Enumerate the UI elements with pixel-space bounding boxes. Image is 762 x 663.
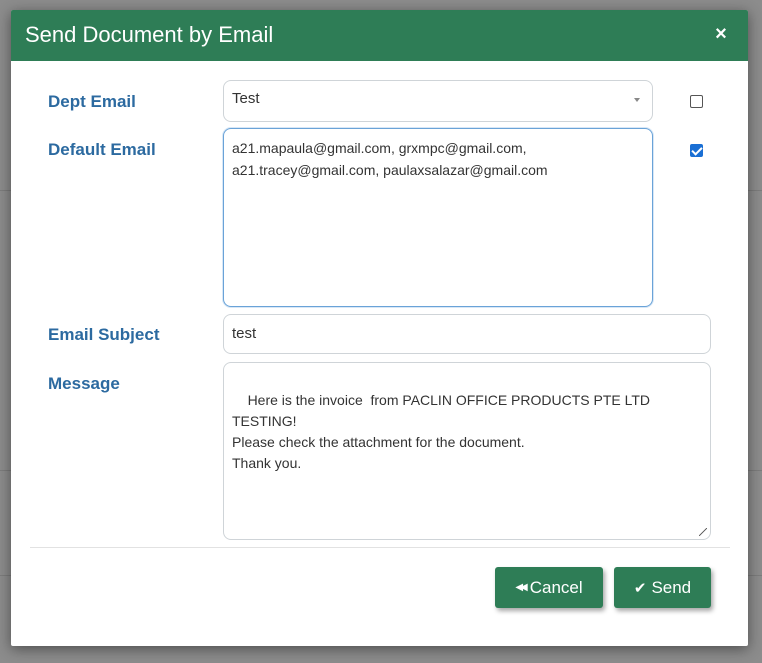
dept-email-label: Dept Email — [48, 92, 136, 111]
message-textarea[interactable]: Here is the invoice from PACLIN OFFICE P… — [223, 362, 711, 540]
message-label: Message — [48, 374, 120, 393]
footer-divider — [30, 547, 730, 548]
dialog-header: Send Document by Email × — [11, 10, 748, 61]
cancel-button[interactable]: ◀◀ Cancel — [495, 567, 603, 608]
dept-email-select[interactable]: Test — [223, 80, 653, 122]
dept-email-checkbox[interactable] — [690, 95, 703, 108]
send-email-dialog: Send Document by Email × Dept Email Test… — [11, 10, 748, 646]
email-subject-input[interactable]: test — [223, 314, 711, 354]
double-chevron-left-icon: ◀◀ — [515, 582, 528, 593]
dialog-title: Send Document by Email — [25, 22, 274, 47]
email-subject-label: Email Subject — [48, 325, 160, 344]
resize-grip-icon[interactable] — [699, 528, 707, 536]
send-button-label: Send — [651, 577, 692, 597]
close-icon[interactable]: × — [710, 23, 732, 45]
dept-email-value: Test — [232, 90, 260, 107]
default-email-textarea[interactable]: a21.mapaula@gmail.com, grxmpc@gmail.com,… — [223, 128, 653, 307]
send-button[interactable]: ✔ Send — [614, 567, 711, 608]
default-email-checkbox[interactable] — [690, 144, 703, 157]
dropdown-arrow-icon — [634, 98, 640, 102]
message-text: Here is the invoice from PACLIN OFFICE P… — [232, 392, 651, 471]
cancel-button-label: Cancel — [529, 577, 583, 597]
default-email-label: Default Email — [48, 140, 156, 159]
check-icon: ✔ — [633, 579, 647, 597]
